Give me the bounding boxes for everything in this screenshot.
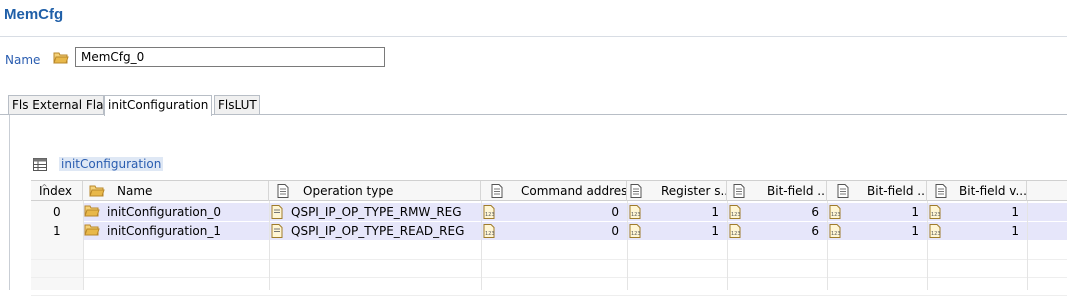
empty-row <box>31 259 1067 278</box>
row-command-address[interactable]: 0 <box>499 203 619 221</box>
column-label: Bit-field ... <box>867 184 927 198</box>
svg-text:123: 123 <box>831 212 841 218</box>
document-icon <box>277 184 289 201</box>
column-header-operation-type[interactable]: Operation type <box>269 181 481 201</box>
column-header-index[interactable]: ^ Index <box>31 181 83 201</box>
row-command-address[interactable]: 0 <box>499 222 619 240</box>
column-header-bit-field-1[interactable]: Bit-field ... <box>727 181 827 201</box>
tab-label: Fls External Flash <box>12 98 118 112</box>
tab-fls-external-flash[interactable]: Fls External Flash <box>8 95 117 114</box>
column-header-command-address[interactable]: Command address <box>481 181 627 201</box>
row-bit-field-1[interactable]: 6 <box>745 203 819 221</box>
document-icon <box>630 184 642 201</box>
column-label: Index <box>39 184 73 198</box>
column-divider <box>481 201 482 290</box>
column-label: Operation type <box>303 184 394 198</box>
row-bit-field-2[interactable]: 1 <box>845 203 919 221</box>
svg-text:123: 123 <box>731 212 741 218</box>
document-icon <box>491 184 503 201</box>
column-label: Register s... <box>661 184 727 198</box>
document-icon <box>271 205 283 223</box>
tab-label: FlsLUT <box>218 98 257 112</box>
document-icon <box>935 184 947 201</box>
table-row[interactable]: 0 initConfiguration_0 QSPI_IP_OP_TYPE_RM… <box>31 203 1067 221</box>
column-divider <box>269 201 270 290</box>
table-row[interactable]: 1 initConfiguration_1 QSPI_IP_OP_TYPE_RE… <box>31 222 1067 240</box>
row-name[interactable]: initConfiguration_1 <box>107 222 221 240</box>
section-title: initConfiguration <box>59 157 164 171</box>
folder-icon <box>84 204 100 222</box>
number-icon: 123 <box>729 224 741 242</box>
name-input[interactable] <box>75 47 385 67</box>
init-configuration-table: ^ Index Name Operation type Command addr… <box>31 180 1067 296</box>
column-header-bit-field-2[interactable]: Bit-field ... <box>827 181 927 201</box>
row-bit-field-1[interactable]: 6 <box>745 222 819 240</box>
column-label: Name <box>117 184 153 198</box>
document-icon <box>733 184 745 201</box>
document-icon <box>271 224 283 242</box>
column-label: Command address <box>521 184 627 198</box>
number-icon: 123 <box>483 224 495 242</box>
folder-icon <box>89 184 105 201</box>
column-divider <box>827 201 828 290</box>
column-divider <box>83 201 84 290</box>
row-index: 1 <box>53 224 61 238</box>
column-header-bit-field-value[interactable]: Bit-field v... <box>927 181 1027 201</box>
svg-text:123: 123 <box>731 231 741 237</box>
row-register-size[interactable]: 1 <box>645 203 719 221</box>
folder-icon <box>53 51 69 65</box>
tab-frame-border <box>9 115 10 290</box>
svg-text:123: 123 <box>831 231 841 237</box>
page-title: MemCfg <box>4 6 64 23</box>
name-label: Name <box>5 53 41 67</box>
column-header-register-size[interactable]: Register s... <box>627 181 727 201</box>
row-bit-field-2[interactable]: 1 <box>845 222 919 240</box>
row-index: 0 <box>53 205 61 219</box>
tab-initconfiguration[interactable]: initConfiguration <box>104 95 212 116</box>
column-label: Bit-field v... <box>959 184 1027 198</box>
title-divider <box>0 36 1067 37</box>
table-header: ^ Index Name Operation type Command addr… <box>31 180 1067 201</box>
row-bit-field-value[interactable]: 1 <box>945 203 1019 221</box>
number-icon: 123 <box>629 224 641 242</box>
svg-text:123: 123 <box>931 231 941 237</box>
empty-row <box>31 277 1067 296</box>
row-operation-type[interactable]: QSPI_IP_OP_TYPE_RMW_REG <box>291 203 462 221</box>
number-icon: 123 <box>729 205 741 223</box>
number-icon: 123 <box>929 224 941 242</box>
svg-text:123: 123 <box>631 212 641 218</box>
empty-row <box>31 241 1067 260</box>
row-name[interactable]: initConfiguration_0 <box>107 203 221 221</box>
svg-text:123: 123 <box>485 231 495 237</box>
column-label: Bit-field ... <box>767 184 827 198</box>
svg-text:123: 123 <box>485 212 495 218</box>
number-icon: 123 <box>829 205 841 223</box>
tab-label: initConfiguration <box>108 98 209 112</box>
column-divider <box>927 201 928 290</box>
column-header-name[interactable]: Name <box>83 181 269 201</box>
tab-flslut[interactable]: FlsLUT <box>214 95 260 114</box>
number-icon: 123 <box>629 205 641 223</box>
number-icon: 123 <box>483 205 495 223</box>
row-operation-type[interactable]: QSPI_IP_OP_TYPE_READ_REG <box>291 222 464 240</box>
table-icon <box>33 158 47 174</box>
column-divider <box>1027 201 1028 290</box>
folder-icon <box>84 223 100 241</box>
column-divider <box>727 201 728 290</box>
row-register-size[interactable]: 1 <box>645 222 719 240</box>
svg-text:123: 123 <box>631 231 641 237</box>
tab-bar: Fls External Flash initConfiguration Fls… <box>0 95 1067 116</box>
row-bit-field-value[interactable]: 1 <box>945 222 1019 240</box>
number-icon: 123 <box>829 224 841 242</box>
document-icon <box>837 184 849 201</box>
column-divider <box>627 201 628 290</box>
svg-text:123: 123 <box>931 212 941 218</box>
number-icon: 123 <box>929 205 941 223</box>
